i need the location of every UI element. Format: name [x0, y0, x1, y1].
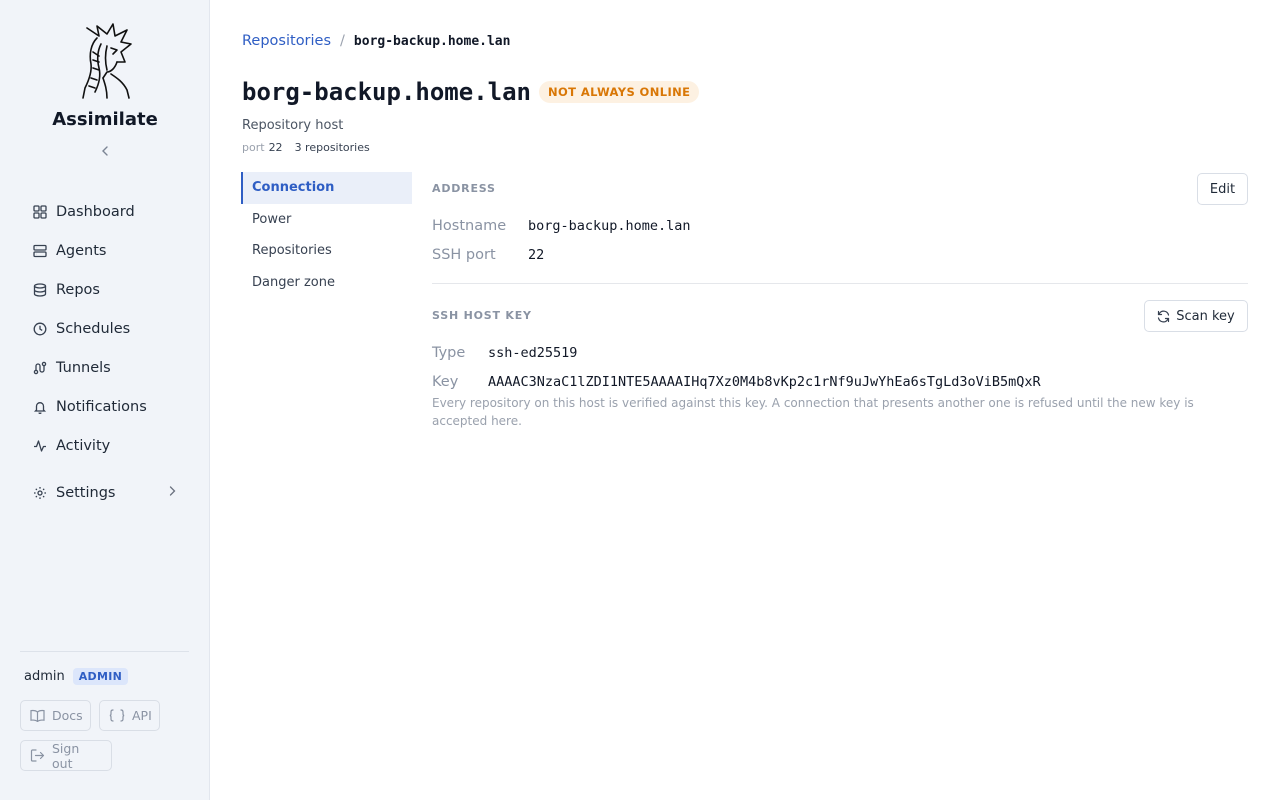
bell-icon [32, 399, 48, 415]
docs-button[interactable]: Docs [20, 700, 91, 731]
nav-item-dashboard[interactable]: Dashboard [20, 192, 190, 231]
page-subtitle: Repository host [242, 118, 344, 133]
sidebar: Assimilate Dashboard Agents Repos Schedu… [0, 0, 210, 800]
refresh-icon [1157, 310, 1170, 323]
sidebar-divider [20, 651, 189, 652]
ssh-port-row: SSH port 22 [432, 247, 544, 263]
nav-label: Schedules [56, 320, 131, 337]
database-icon [32, 282, 48, 298]
logo-icon [82, 23, 132, 99]
chevron-left-icon [102, 146, 108, 156]
port-key: port [242, 141, 265, 154]
route-icon [32, 360, 48, 376]
user-name: admin [24, 669, 65, 684]
breadcrumb-separator: / [340, 33, 345, 49]
nav-label: Settings [56, 484, 116, 501]
book-icon [30, 709, 45, 722]
breadcrumb-repositories-link[interactable]: Repositories [242, 33, 331, 49]
role-badge: ADMIN [72, 668, 129, 685]
edit-label: Edit [1209, 181, 1236, 197]
address-section-label: ADDRESS [432, 182, 496, 195]
api-button[interactable]: API [99, 700, 160, 731]
grid-icon [32, 204, 48, 220]
nav-item-activity[interactable]: Activity [20, 426, 190, 465]
nav-label: Agents [56, 242, 107, 259]
hostname-value: borg-backup.home.lan [528, 218, 691, 234]
main-nav: Dashboard Agents Repos Schedules Tunnels [20, 192, 190, 512]
host-key-hint: Every repository on this host is verifie… [432, 396, 1194, 428]
user-info: admin ADMIN [24, 668, 129, 685]
section-tab-repositories[interactable]: Repositories [241, 235, 412, 267]
section-tab-danger-zone[interactable]: Danger zone [241, 267, 412, 299]
nav-item-schedules[interactable]: Schedules [20, 309, 190, 348]
key-key: Key [432, 374, 459, 390]
key-type-value: ssh-ed25519 [488, 345, 578, 361]
nav-item-repos[interactable]: Repos [20, 270, 190, 309]
host-meta: port 22 3 repositories [242, 141, 382, 154]
scan-key-label: Scan key [1176, 308, 1235, 324]
braces-icon [109, 709, 125, 722]
collapse-sidebar-button[interactable] [95, 145, 115, 163]
nav-item-tunnels[interactable]: Tunnels [20, 348, 190, 387]
activity-icon [32, 438, 48, 454]
sign-out-label: Sign out [52, 740, 80, 771]
section-tab-power[interactable]: Power [241, 204, 412, 236]
nav-label: Notifications [56, 398, 147, 415]
status-badge: NOT ALWAYS ONLINE [538, 81, 700, 103]
nav-label: Repos [56, 281, 100, 298]
page-header: borg-backup.home.lan NOT ALWAYS ONLINE [242, 78, 700, 106]
section-divider [432, 283, 1248, 284]
hostname-row: Hostname borg-backup.home.lan [432, 218, 691, 234]
key-type-key: Type [432, 345, 466, 361]
nav-label: Dashboard [56, 203, 135, 220]
repos-count: 3 repositories [294, 141, 370, 154]
hostname-key: Hostname [432, 218, 507, 234]
port-value: 22 [268, 141, 283, 154]
key-type-row: Type ssh-ed25519 [432, 345, 577, 361]
clock-icon [32, 321, 48, 337]
sign-out-icon [30, 749, 45, 762]
nav-item-notifications[interactable]: Notifications [20, 387, 190, 426]
section-tab-connection[interactable]: Connection [241, 172, 412, 204]
nav-label: Activity [56, 437, 111, 454]
nav-label: Tunnels [56, 359, 111, 376]
key-row: Key AAAAC3NzaC1lZDI1NTE5AAAAIHq7Xz0M4b8v… [432, 374, 1041, 390]
logo [0, 22, 210, 100]
ssh-port-key: SSH port [432, 247, 496, 263]
sign-out-button[interactable]: Sign out [20, 740, 112, 771]
docs-label: Docs [52, 708, 83, 723]
api-label: API [132, 708, 152, 723]
app-name: Assimilate [52, 109, 158, 130]
scan-key-button[interactable]: Scan key [1144, 300, 1248, 332]
server-icon [32, 243, 48, 259]
key-value: AAAAC3NzaC1lZDI1NTE5AAAAIHq7Xz0M4b8vKp2c… [488, 374, 1041, 390]
gear-icon [32, 485, 48, 501]
chevron-right-icon [169, 485, 176, 500]
section-nav: Connection Power Repositories Danger zon… [241, 172, 412, 298]
ssh-port-value: 22 [528, 247, 545, 263]
edit-button[interactable]: Edit [1197, 173, 1248, 205]
page-title: borg-backup.home.lan [242, 78, 531, 106]
nav-item-settings[interactable]: Settings [20, 473, 190, 512]
nav-item-agents[interactable]: Agents [20, 231, 190, 270]
breadcrumb-current: borg-backup.home.lan [353, 33, 511, 49]
ssh-host-key-section-label: SSH HOST KEY [432, 309, 532, 322]
breadcrumb: Repositories / borg-backup.home.lan [242, 33, 510, 49]
